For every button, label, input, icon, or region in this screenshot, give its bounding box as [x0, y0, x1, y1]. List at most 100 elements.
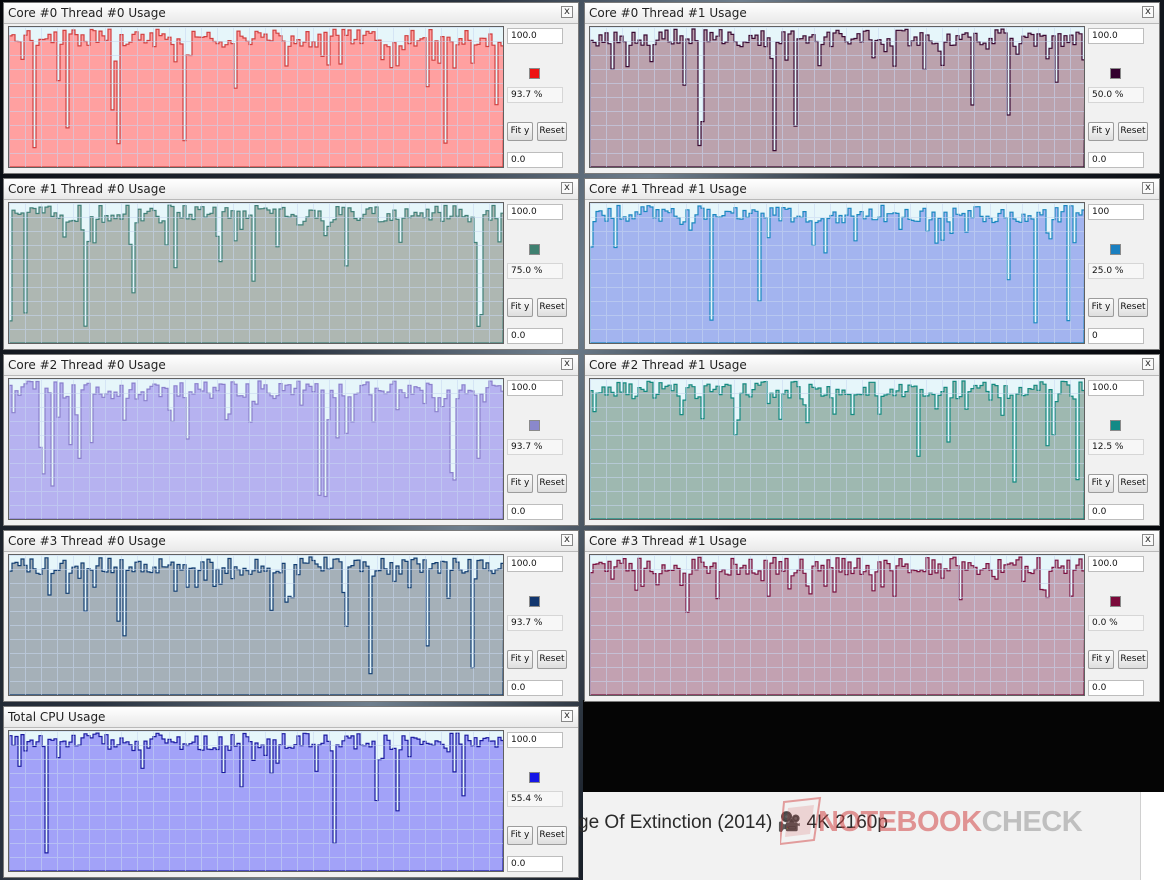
- reset-button[interactable]: Reset: [537, 474, 567, 493]
- window-titlebar[interactable]: Core #1 Thread #0 Usage x: [4, 179, 578, 200]
- reset-button[interactable]: Reset: [537, 298, 567, 317]
- window-title: Core #1 Thread #1 Usage: [589, 182, 747, 196]
- close-icon[interactable]: x: [1142, 358, 1154, 370]
- fit-y-button[interactable]: Fit y: [507, 474, 533, 493]
- current-usage-value: 12.5 %: [1088, 439, 1144, 455]
- usage-series-area: [9, 28, 503, 167]
- reset-button[interactable]: Reset: [537, 826, 567, 845]
- series-color-swatch[interactable]: [529, 68, 540, 79]
- page-scrollbar[interactable]: [1140, 792, 1164, 880]
- fit-y-button[interactable]: Fit y: [507, 826, 533, 845]
- y-min-field[interactable]: 0: [1088, 328, 1144, 344]
- y-max-field[interactable]: 100: [1088, 204, 1144, 220]
- reset-button[interactable]: Reset: [537, 650, 567, 669]
- y-max-field[interactable]: 100.0: [507, 28, 563, 44]
- y-min-field[interactable]: 0.0: [1088, 152, 1144, 168]
- close-icon[interactable]: x: [1142, 182, 1154, 194]
- close-icon[interactable]: x: [561, 534, 573, 546]
- y-min-field[interactable]: 0.0: [1088, 504, 1144, 520]
- usage-graph: [8, 730, 504, 872]
- fit-y-button[interactable]: Fit y: [507, 122, 533, 141]
- fit-y-button[interactable]: Fit y: [1088, 122, 1114, 141]
- usage-graph-canvas: [590, 27, 1084, 167]
- series-color-swatch[interactable]: [1110, 244, 1121, 255]
- y-min-field[interactable]: 0.0: [1088, 680, 1144, 696]
- fit-y-button[interactable]: Fit y: [507, 650, 533, 669]
- usage-graph-canvas: [590, 203, 1084, 343]
- close-icon[interactable]: x: [561, 358, 573, 370]
- usage-graph: [589, 202, 1085, 344]
- window-title: Core #2 Thread #0 Usage: [8, 358, 166, 372]
- graph-window-core0-thread1: Core #0 Thread #1 Usage x 100.0 50.0 % F…: [584, 2, 1160, 174]
- graph-window-total-cpu: Total CPU Usage x 100.0 55.4 % Fit y Res…: [3, 706, 579, 878]
- reset-button[interactable]: Reset: [1118, 122, 1148, 141]
- fit-y-button[interactable]: Fit y: [1088, 650, 1114, 669]
- y-max-field[interactable]: 100.0: [507, 556, 563, 572]
- reset-button[interactable]: Reset: [1118, 650, 1148, 669]
- window-titlebar[interactable]: Core #2 Thread #0 Usage x: [4, 355, 578, 376]
- window-titlebar[interactable]: Total CPU Usage x: [4, 707, 578, 728]
- series-color-swatch[interactable]: [1110, 68, 1121, 79]
- graph-window-core1-thread1: Core #1 Thread #1 Usage x 100 25.0 % Fit…: [584, 178, 1160, 350]
- usage-graph-canvas: [9, 27, 503, 167]
- close-icon[interactable]: x: [561, 182, 573, 194]
- y-min-field[interactable]: 0.0: [507, 680, 563, 696]
- close-icon[interactable]: x: [561, 710, 573, 722]
- window-titlebar[interactable]: Core #0 Thread #1 Usage x: [585, 3, 1159, 24]
- usage-series-area: [590, 556, 1084, 695]
- graph-window-core0-thread0: Core #0 Thread #0 Usage x 100.0 93.7 % F…: [3, 2, 579, 174]
- usage-graph-canvas: [9, 379, 503, 519]
- fit-y-button[interactable]: Fit y: [507, 298, 533, 317]
- usage-series-area: [9, 732, 503, 871]
- window-titlebar[interactable]: Core #1 Thread #1 Usage x: [585, 179, 1159, 200]
- usage-graph-canvas: [9, 203, 503, 343]
- usage-graph-canvas: [590, 555, 1084, 695]
- series-color-swatch[interactable]: [1110, 596, 1121, 607]
- window-titlebar[interactable]: Core #3 Thread #0 Usage x: [4, 531, 578, 552]
- series-color-swatch[interactable]: [529, 596, 540, 607]
- close-icon[interactable]: x: [1142, 6, 1154, 18]
- window-titlebar[interactable]: Core #2 Thread #1 Usage x: [585, 355, 1159, 376]
- series-color-swatch[interactable]: [529, 772, 540, 783]
- y-max-field[interactable]: 100.0: [1088, 556, 1144, 572]
- reset-button[interactable]: Reset: [537, 122, 567, 141]
- y-min-field[interactable]: 0.0: [507, 504, 563, 520]
- graph-window-core3-thread1: Core #3 Thread #1 Usage x 100.0 0.0 % Fi…: [584, 530, 1160, 702]
- y-min-field[interactable]: 0.0: [507, 856, 563, 872]
- window-title: Core #0 Thread #0 Usage: [8, 6, 166, 20]
- fit-y-button[interactable]: Fit y: [1088, 298, 1114, 317]
- graph-window-core2-thread0: Core #2 Thread #0 Usage x 100.0 93.7 % F…: [3, 354, 579, 526]
- window-title: Core #1 Thread #0 Usage: [8, 182, 166, 196]
- current-usage-value: 93.7 %: [507, 615, 563, 631]
- series-color-swatch[interactable]: [529, 420, 540, 431]
- window-titlebar[interactable]: Core #3 Thread #1 Usage x: [585, 531, 1159, 552]
- y-max-field[interactable]: 100.0: [1088, 380, 1144, 396]
- series-color-swatch[interactable]: [529, 244, 540, 255]
- y-max-field[interactable]: 100.0: [1088, 28, 1144, 44]
- y-max-field[interactable]: 100.0: [507, 380, 563, 396]
- usage-graph-canvas: [9, 555, 503, 695]
- reset-button[interactable]: Reset: [1118, 298, 1148, 317]
- graph-window-core3-thread0: Core #3 Thread #0 Usage x 100.0 93.7 % F…: [3, 530, 579, 702]
- reset-button[interactable]: Reset: [1118, 474, 1148, 493]
- fit-y-button[interactable]: Fit y: [1088, 474, 1114, 493]
- window-title: Core #3 Thread #1 Usage: [589, 534, 747, 548]
- y-max-field[interactable]: 100.0: [507, 732, 563, 748]
- usage-graph: [8, 378, 504, 520]
- y-max-field[interactable]: 100.0: [507, 204, 563, 220]
- y-min-field[interactable]: 0.0: [507, 328, 563, 344]
- window-title: Core #3 Thread #0 Usage: [8, 534, 166, 548]
- series-color-swatch[interactable]: [1110, 420, 1121, 431]
- window-title: Core #0 Thread #1 Usage: [589, 6, 747, 20]
- window-titlebar[interactable]: Core #0 Thread #0 Usage x: [4, 3, 578, 24]
- close-icon[interactable]: x: [1142, 534, 1154, 546]
- graph-window-core2-thread1: Core #2 Thread #1 Usage x 100.0 12.5 % F…: [584, 354, 1160, 526]
- current-usage-value: 93.7 %: [507, 87, 563, 103]
- usage-graph: [8, 202, 504, 344]
- close-icon[interactable]: x: [561, 6, 573, 18]
- y-min-field[interactable]: 0.0: [507, 152, 563, 168]
- current-usage-value: 93.7 %: [507, 439, 563, 455]
- window-title: Total CPU Usage: [8, 710, 106, 724]
- usage-graph: [8, 26, 504, 168]
- usage-graph: [589, 378, 1085, 520]
